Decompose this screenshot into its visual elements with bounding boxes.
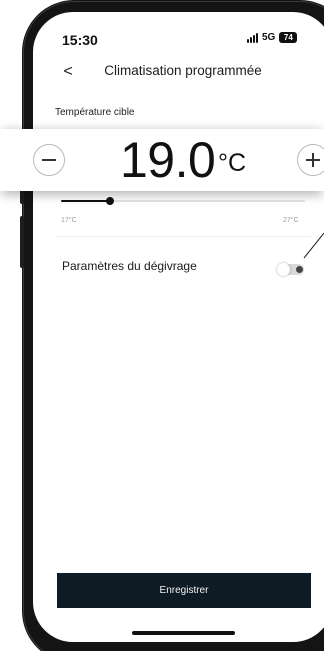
increase-temperature-button[interactable] (297, 144, 324, 176)
page-title: Climatisation programmée (104, 63, 262, 78)
toggle-indicator (296, 266, 303, 273)
status-time: 15:30 (62, 32, 98, 48)
toggle-knob (277, 263, 290, 276)
decrease-temperature-button[interactable] (33, 144, 65, 176)
temperature-unit: °C (218, 149, 247, 177)
slider-thumb[interactable] (105, 197, 114, 205)
defrost-toggle[interactable] (277, 263, 304, 276)
phone-side-button (20, 216, 24, 268)
signal-bars-icon (247, 32, 258, 43)
slider-max-label: 27°C (283, 217, 299, 224)
network-label: 5G (262, 32, 276, 43)
slider-fill (61, 200, 110, 202)
divider (55, 236, 311, 237)
target-temperature-label: Température cible (55, 107, 135, 118)
battery-icon: 74 (279, 32, 298, 43)
defrost-settings-label: Paramètres du dégivrage (62, 259, 197, 273)
status-indicators: 5G 74 (247, 32, 298, 43)
stage: 15:30 5G 74 < Climatisation programmée T… (0, 0, 324, 651)
slider-min-label: 17°C (61, 217, 77, 224)
temperature-value: 19.0 (120, 132, 216, 188)
save-button[interactable]: Enregistrer (57, 573, 311, 608)
app-screen: 15:30 5G 74 < Climatisation programmée T… (33, 12, 324, 642)
temperature-zoom-callout: 19.0 °C (0, 129, 324, 191)
home-indicator[interactable] (132, 631, 235, 635)
temperature-slider[interactable] (61, 195, 305, 207)
